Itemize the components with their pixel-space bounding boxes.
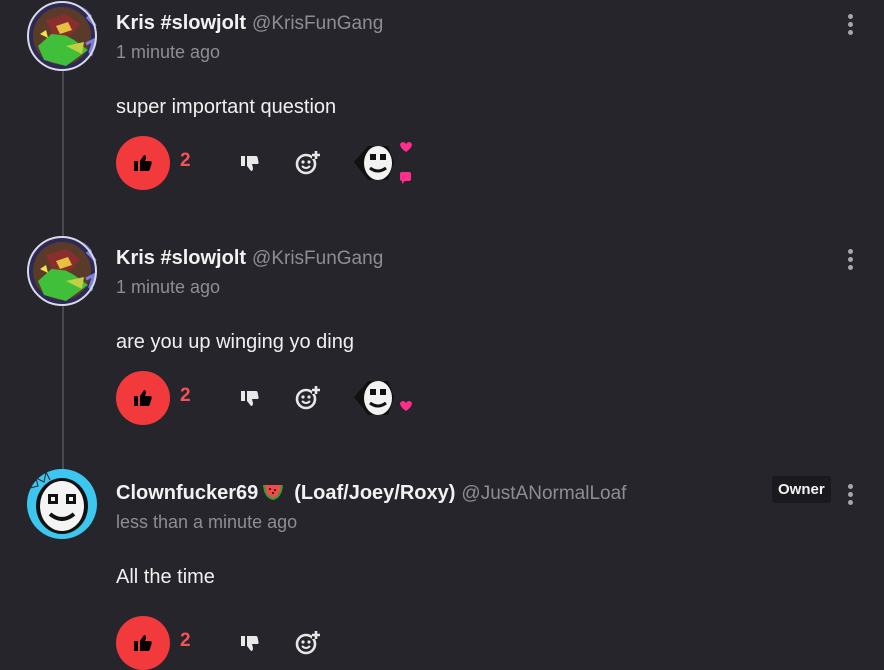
add-reaction-icon[interactable] [294, 629, 322, 657]
author-name-suffix[interactable]: (Loaf/Joey/Roxy) [294, 482, 455, 504]
reactor-avatar[interactable] [348, 369, 418, 427]
author-handle[interactable]: @KrisFunGang [252, 248, 383, 269]
author-row: Kris #slowjolt @KrisFunGang [116, 245, 383, 272]
like-button[interactable] [116, 371, 170, 425]
like-button[interactable] [116, 616, 170, 670]
avatar-clownfucker69[interactable] [26, 468, 98, 540]
like-count: 2 [180, 630, 191, 651]
timestamp: 1 minute ago [116, 277, 221, 297]
author-row: Kris #slowjolt @KrisFunGang [116, 10, 383, 37]
author-row: Clownfucker69 (Loaf/Joey/Roxy) @JustANorma… [116, 480, 626, 507]
thumbs-up-icon [134, 155, 152, 171]
thumbs-down-icon[interactable] [236, 385, 262, 411]
like-count: 2 [180, 385, 191, 406]
kebab-menu-icon[interactable] [842, 12, 858, 38]
author-name[interactable]: Clownfucker69 [116, 482, 258, 504]
thumbs-down-icon[interactable] [236, 150, 262, 176]
like-count: 2 [180, 150, 191, 171]
comment-text: super important question [116, 96, 337, 118]
owner-badge: Owner [772, 476, 831, 503]
watermelon-icon [263, 485, 284, 500]
reactor-avatar[interactable] [348, 134, 418, 192]
timestamp: 1 minute ago [116, 42, 221, 62]
thumbs-down-icon[interactable] [236, 630, 262, 656]
like-button[interactable] [116, 136, 170, 190]
add-reaction-icon[interactable] [294, 149, 322, 177]
comment-text: are you up winging yo ding [116, 331, 354, 353]
kebab-menu-icon[interactable] [842, 482, 858, 508]
author-handle[interactable]: @JustANormalLoaf [461, 483, 626, 504]
timestamp: less than a minute ago [116, 512, 298, 532]
avatar-kris[interactable] [26, 235, 98, 307]
comment-text: All the time [116, 566, 215, 588]
add-reaction-icon[interactable] [294, 384, 322, 412]
kebab-menu-icon[interactable] [842, 247, 858, 273]
author-name[interactable]: Kris #slowjolt [116, 247, 246, 269]
author-name[interactable]: Kris #slowjolt [116, 12, 246, 34]
thumbs-up-icon [134, 390, 152, 406]
author-handle[interactable]: @KrisFunGang [252, 13, 383, 34]
thumbs-up-icon [134, 635, 152, 651]
avatar-kris[interactable] [26, 0, 98, 72]
